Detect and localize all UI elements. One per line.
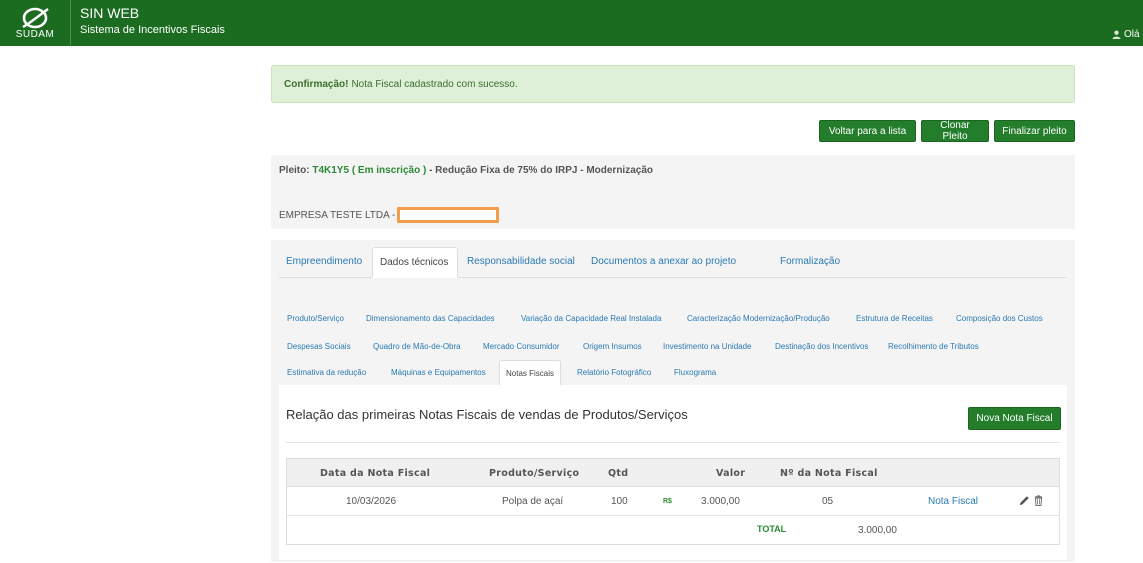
cell-date: 10/03/2026 <box>346 496 397 507</box>
subtab-caracterizacao[interactable]: Caracterização Modernização/Produção <box>687 314 830 323</box>
subtab-investimento-unidade[interactable]: Investimento na Unidade <box>663 342 752 351</box>
sudam-logo[interactable]: SUDAM <box>0 0 71 46</box>
success-alert: Confirmação! Nota Fiscal cadastrado com … <box>271 65 1075 103</box>
subtab-origem-insumos[interactable]: Origem Insumos <box>583 342 642 351</box>
subtab-estrutura-receitas[interactable]: Estrutura de Receitas <box>856 314 933 323</box>
subtab-composicao-custos[interactable]: Composição dos Custos <box>956 314 1043 323</box>
tab-formalizacao[interactable]: Formalização <box>773 247 847 277</box>
pencil-icon[interactable] <box>1019 495 1030 506</box>
cell-product: Polpa de açaí <box>502 496 564 507</box>
table-row: 10/03/2026 Polpa de açaí 100 R$ 3.000,00… <box>287 487 1059 516</box>
pleito-prefix: Pleito: <box>279 165 310 176</box>
user-icon <box>1112 30 1121 39</box>
clone-pleito-button[interactable]: Clonar Pleito <box>921 120 989 142</box>
subtab-destinacao-incentivos[interactable]: Destinação dos Incentivos <box>775 342 868 351</box>
col-qty: Qtd <box>608 468 629 479</box>
pleito-info: Pleito: T4K1Y5 ( Em inscrição ) - Reduçã… <box>271 155 1075 229</box>
pleito-title: Pleito: T4K1Y5 ( Em inscrição ) - Reduçã… <box>279 165 653 176</box>
redacted-field <box>397 207 500 223</box>
table-header: Data da Nota Fiscal Produto/Serviço Qtd … <box>287 459 1059 487</box>
finish-pleito-button[interactable]: Finalizar pleito <box>994 120 1075 142</box>
tab-documentos[interactable]: Documentos a anexar ao projeto <box>584 247 743 277</box>
divider <box>286 442 1060 443</box>
total-value: 3.000,00 <box>858 525 897 536</box>
cell-value: 3.000,00 <box>701 496 740 507</box>
app-title: SIN WEB Sistema de Incentivos Fiscais <box>80 6 225 37</box>
app-name: SIN WEB <box>80 5 140 21</box>
cell-number: 05 <box>822 496 834 507</box>
tabs-panel: Empreendimento Dados técnicos Responsabi… <box>271 240 1075 562</box>
subtab-quadro-mao-de-obra[interactable]: Quadro de Mão-de-Obra <box>373 342 461 351</box>
col-number: Nº da Nota Fiscal <box>780 468 878 479</box>
trash-icon[interactable] <box>1033 495 1044 506</box>
logo-text: SUDAM <box>15 28 55 40</box>
subtab-despesas-sociais[interactable]: Despesas Sociais <box>287 342 351 351</box>
total-label: TOTAL <box>757 524 787 534</box>
nota-fiscal-link[interactable]: Nota Fiscal <box>928 496 978 507</box>
company-line: EMPRESA TESTE LTDA - <box>279 207 500 223</box>
col-date: Data da Nota Fiscal <box>320 468 431 479</box>
main-tabs: Empreendimento Dados técnicos Responsabi… <box>279 247 1067 278</box>
alert-strong: Confirmação! <box>284 78 349 90</box>
subtab-dimensionamento[interactable]: Dimensionamento das Capacidades <box>366 314 495 323</box>
app-subtitle: Sistema de Incentivos Fiscais <box>80 24 225 36</box>
company-name: EMPRESA TESTE LTDA - <box>279 209 396 221</box>
subtab-recolhimento-tributos[interactable]: Recolhimento de Tributos <box>888 342 979 351</box>
subtab-relatorio-fotografico[interactable]: Relatório Fotográfico <box>577 368 651 377</box>
notas-fiscais-content: Relação das primeiras Notas Fiscais de v… <box>279 385 1067 560</box>
subtab-maquinas-equipamentos[interactable]: Máquinas e Equipamentos <box>391 368 486 377</box>
top-header: SUDAM SIN WEB Sistema de Incentivos Fisc… <box>0 0 1143 46</box>
pleito-status: ( Em inscrição ) <box>351 165 427 176</box>
tab-dados-tecnicos[interactable]: Dados técnicos <box>372 247 458 278</box>
notas-table: Data da Nota Fiscal Produto/Serviço Qtd … <box>286 458 1060 545</box>
subtab-variacao-capacidade[interactable]: Variação da Capacidade Real Instalada <box>521 314 661 323</box>
tab-responsabilidade-social[interactable]: Responsabilidade social <box>460 247 582 277</box>
col-value: Valor <box>716 468 746 479</box>
user-greeting: Olá E <box>1124 29 1143 40</box>
pleito-description: - Redução Fixa de 75% do IRPJ - Moderniz… <box>429 165 654 176</box>
subtab-notas-fiscais[interactable]: Notas Fiscais <box>499 360 562 386</box>
user-menu[interactable]: Olá E <box>1112 29 1143 40</box>
pleito-code: T4K1Y5 <box>312 165 350 176</box>
subtab-mercado-consumidor[interactable]: Mercado Consumidor <box>483 342 559 351</box>
alert-message: Nota Fiscal cadastrado com sucesso. <box>351 78 518 90</box>
new-nota-fiscal-button[interactable]: Nova Nota Fiscal <box>968 407 1061 430</box>
section-title: Relação das primeiras Notas Fiscais de v… <box>286 407 688 422</box>
table-total-row: TOTAL 3.000,00 <box>287 516 1059 544</box>
sudam-logo-icon <box>22 7 49 28</box>
back-to-list-button[interactable]: Voltar para a lista <box>819 120 916 142</box>
subtab-produto-servico[interactable]: Produto/Serviço <box>287 314 344 323</box>
subtab-fluxograma[interactable]: Fluxograma <box>674 368 716 377</box>
col-product: Produto/Serviço <box>489 468 580 479</box>
subtab-estimativa-reducao[interactable]: Estimativa da redução <box>287 368 366 377</box>
cell-qty: 100 <box>611 496 628 507</box>
currency-label: R$ <box>663 498 672 505</box>
tab-empreendimento[interactable]: Empreendimento <box>279 247 369 277</box>
